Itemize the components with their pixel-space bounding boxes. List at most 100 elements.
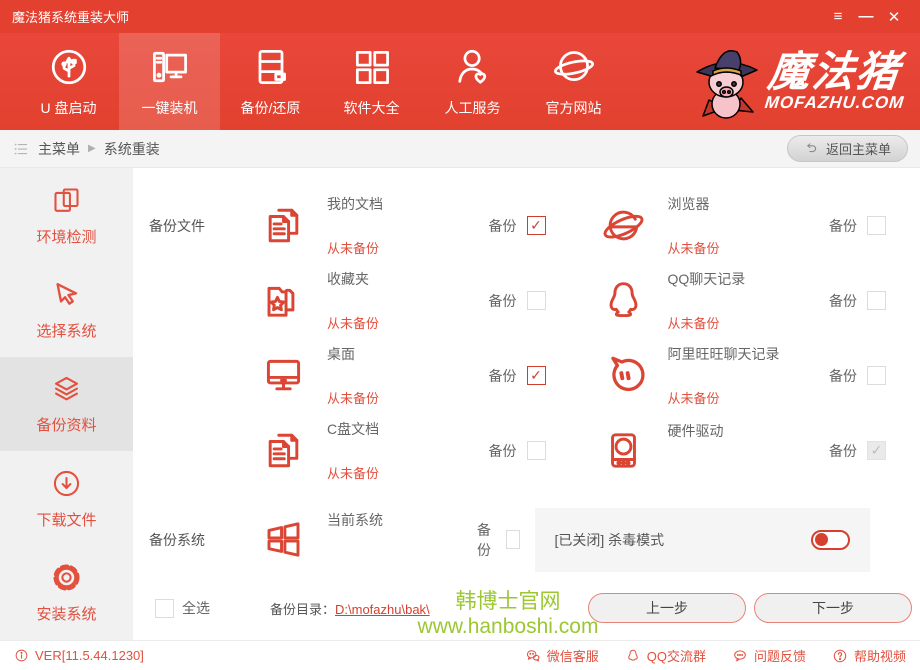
backup-label: 备份	[829, 441, 857, 461]
backup-checkbox[interactable]	[527, 216, 546, 235]
nav-item-support[interactable]: 人工服务	[422, 33, 523, 130]
antivirus-label: [已关闭] 杀毒模式	[555, 530, 665, 550]
backup-row: 备份文件 我的文档 从未备份 备份	[147, 188, 920, 263]
backup-checkbox[interactable]	[867, 216, 886, 235]
item-text: 当前系统	[327, 510, 477, 569]
footer-link-feedback[interactable]: 问题反馈	[732, 646, 806, 665]
title-bar: 魔法猪系统重装大师 ≡ — ✕	[0, 0, 920, 33]
breadcrumb: 主菜单 ▶ 系统重装 返回主菜单	[0, 130, 920, 168]
sidebar-label: 安装系统	[36, 603, 96, 624]
backup-checkbox[interactable]	[527, 366, 546, 385]
env-check-icon	[50, 184, 83, 217]
check-group: 备份	[489, 216, 546, 236]
sidebar-label: 选择系统	[36, 320, 96, 341]
footer-link-qq-group[interactable]: QQ交流群	[625, 646, 706, 665]
feedback-bubble-icon	[732, 648, 748, 664]
version-text: VER[11.5.44.1230]	[35, 648, 144, 663]
sidebar-item-select-system[interactable]: 选择系统	[0, 262, 133, 356]
footer-link-label: 微信客服	[547, 646, 599, 665]
footer-link-label: 问题反馈	[754, 646, 806, 665]
next-step-button[interactable]: 下一步	[754, 593, 912, 623]
item-text: 硬件驱动	[668, 421, 818, 480]
sidebar-item-install-system[interactable]: 安装系统	[0, 546, 133, 640]
select-all-label: 全选	[182, 598, 210, 618]
aliwangwang-icon	[580, 352, 668, 399]
backup-restore-icon	[249, 45, 293, 89]
nav-label: U 盘启动	[41, 98, 97, 118]
globe-icon	[552, 45, 596, 89]
footer: VER[11.5.44.1230] 微信客服 QQ交流群 问题反馈 帮助视频	[0, 640, 920, 670]
backup-dir-label: 备份目录：	[270, 602, 335, 617]
sidebar-item-env-check[interactable]: 环境检测	[0, 168, 133, 262]
backup-checkbox[interactable]	[867, 441, 886, 460]
logo-text: 魔法猪 MOFAZHU.COM	[763, 51, 909, 113]
item-subtitle: 从未备份	[327, 313, 477, 332]
footer-link-help-video[interactable]: 帮助视频	[832, 646, 906, 665]
close-icon[interactable]: ✕	[880, 6, 908, 28]
select-all-group: 全选	[155, 598, 210, 618]
apps-grid-icon	[350, 45, 394, 89]
select-all-checkbox[interactable]	[155, 599, 174, 618]
nav-item-usb-boot[interactable]: U 盘启动	[18, 33, 119, 130]
menu-icon[interactable]: ≡	[824, 6, 852, 28]
cursor-icon	[50, 278, 83, 311]
previous-step-button[interactable]: 上一步	[588, 593, 746, 623]
logo-domain: MOFAZHU.COM	[763, 93, 905, 113]
backup-row: C盘文档 从未备份 备份 硬件驱动	[147, 413, 920, 488]
backup-checkbox[interactable]	[867, 366, 886, 385]
item-text: 桌面 从未备份	[327, 344, 477, 407]
sidebar-item-backup-data[interactable]: 备份资料	[0, 357, 133, 451]
support-person-icon	[451, 45, 495, 89]
backup-label: 备份	[477, 520, 496, 560]
backup-item-c-drive-docs: C盘文档 从未备份 备份	[239, 419, 580, 482]
c-drive-docs-icon	[239, 427, 327, 474]
backup-item-qq-chat: QQ聊天记录 从未备份 备份	[580, 269, 920, 332]
gear-icon	[50, 561, 83, 594]
footer-link-wechat[interactable]: 微信客服	[525, 646, 599, 665]
check-group: 备份	[829, 366, 886, 386]
backup-row: 收藏夹 从未备份 备份 QQ聊天记录 从未备份	[147, 263, 920, 338]
item-subtitle: 从未备份	[668, 238, 818, 257]
nav-label: 软件大全	[344, 98, 400, 118]
brand-logo: 魔法猪 MOFAZHU.COM	[689, 33, 920, 130]
backup-checkbox[interactable]	[506, 530, 520, 549]
item-subtitle: 从未备份	[668, 388, 818, 407]
back-to-main-menu-button[interactable]: 返回主菜单	[787, 135, 908, 162]
antivirus-toggle[interactable]	[811, 530, 850, 550]
backup-item-favorites: 收藏夹 从未备份 备份	[239, 269, 580, 332]
minimize-icon[interactable]: —	[852, 6, 880, 28]
nav-item-website[interactable]: 官方网站	[523, 33, 624, 130]
window-title: 魔法猪系统重装大师	[12, 7, 824, 26]
check-group: 备份	[829, 441, 886, 461]
backup-checkbox[interactable]	[527, 291, 546, 310]
nav-label: 一键装机	[142, 98, 198, 118]
qq-icon	[625, 648, 641, 664]
backup-checkbox[interactable]	[867, 291, 886, 310]
item-title: 收藏夹	[327, 269, 477, 289]
nav-item-software[interactable]: 软件大全	[321, 33, 422, 130]
sidebar-label: 下载文件	[36, 509, 96, 530]
footer-link-label: 帮助视频	[854, 646, 906, 665]
item-title: 当前系统	[327, 510, 477, 530]
sidebar-label: 备份资料	[36, 414, 96, 435]
antivirus-panel: [已关闭] 杀毒模式	[535, 508, 871, 572]
section-label-backup-files: 备份文件	[147, 216, 239, 236]
nav-item-backup-restore[interactable]: 备份/还原	[220, 33, 321, 130]
item-subtitle: 从未备份	[327, 238, 477, 257]
chevron-right-icon: ▶	[88, 143, 96, 154]
item-text: 收藏夹 从未备份	[327, 269, 477, 332]
check-group: 备份	[829, 216, 886, 236]
nav-item-one-key-install[interactable]: 一键装机	[119, 33, 220, 130]
version-info: VER[11.5.44.1230]	[14, 648, 144, 663]
layers-icon	[50, 372, 83, 405]
pig-mascot-icon	[689, 42, 763, 122]
breadcrumb-current: 系统重装	[104, 139, 160, 159]
backup-dir-link[interactable]: D:\mofazhu\bak\	[335, 602, 430, 617]
footer-links: 微信客服 QQ交流群 问题反馈 帮助视频	[525, 646, 906, 665]
backup-checkbox[interactable]	[527, 441, 546, 460]
sidebar-item-download-files[interactable]: 下载文件	[0, 451, 133, 545]
breadcrumb-main-menu[interactable]: 主菜单	[38, 139, 80, 159]
backup-item-hardware-driver: 硬件驱动 备份	[580, 421, 920, 480]
favorites-folder-icon	[239, 277, 327, 324]
backup-system-row: 备份系统 当前系统 备份 [已关闭] 杀毒模式	[147, 502, 920, 577]
